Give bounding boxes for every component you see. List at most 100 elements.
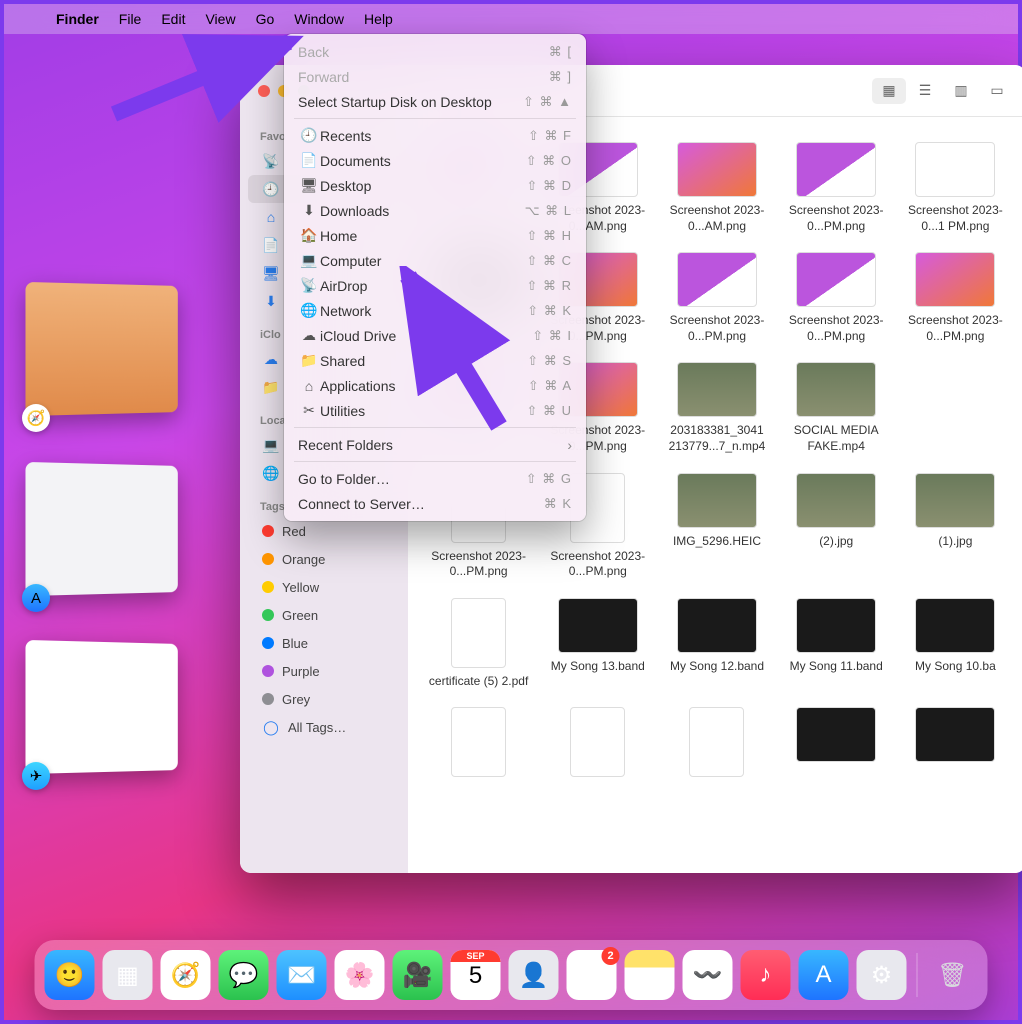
network-icon: 🌐 bbox=[298, 302, 320, 319]
view-icon-columns[interactable]: ▥ bbox=[944, 78, 978, 104]
recents-icon: 🕘 bbox=[298, 127, 320, 144]
tag-orange[interactable]: Orange bbox=[248, 545, 400, 573]
file-item[interactable]: (2).jpg bbox=[781, 473, 892, 580]
menu-edit[interactable]: Edit bbox=[151, 4, 195, 34]
go-to-folder[interactable]: Go to Folder…⇧ ⌘ G bbox=[284, 466, 586, 491]
file-item[interactable]: SOCIAL MEDIA FAKE.mp4 bbox=[781, 362, 892, 454]
documents-icon: 📄 bbox=[262, 237, 280, 254]
file-item[interactable] bbox=[423, 707, 534, 783]
tag-green[interactable]: Green bbox=[248, 601, 400, 629]
dock-photos[interactable]: 🌸 bbox=[335, 950, 385, 1000]
file-name: My Song 12.band bbox=[670, 659, 764, 675]
go-item-documents[interactable]: 📄Documents⇧ ⌘ O bbox=[284, 148, 586, 173]
dock-appstore[interactable]: A bbox=[799, 950, 849, 1000]
file-item[interactable] bbox=[900, 707, 1011, 783]
file-item[interactable]: 203183381_3041 213779...7_n.mp4 bbox=[661, 362, 772, 454]
appstore-icon[interactable]: A bbox=[22, 584, 50, 612]
tag-blue[interactable]: Blue bbox=[248, 629, 400, 657]
file-name: Screenshot 2023-0...PM.png bbox=[900, 313, 1011, 344]
file-name: Screenshot 2023-0...PM.png bbox=[781, 313, 892, 344]
badge: 2 bbox=[602, 947, 620, 965]
file-item[interactable] bbox=[661, 707, 772, 783]
desktop-preview-2[interactable] bbox=[25, 462, 177, 596]
file-item[interactable]: My Song 11.band bbox=[781, 598, 892, 690]
file-item[interactable]: My Song 13.band bbox=[542, 598, 653, 690]
menu-file[interactable]: File bbox=[109, 4, 152, 34]
dock-finder[interactable]: 🙂 bbox=[45, 950, 95, 1000]
file-item[interactable]: My Song 10.ba bbox=[900, 598, 1011, 690]
menu-go[interactable]: Go bbox=[246, 4, 285, 34]
dock-notes[interactable] bbox=[625, 950, 675, 1000]
file-item[interactable]: Screenshot 2023-0...AM.png bbox=[661, 142, 772, 234]
go-item-desktop[interactable]: 🖥Desktop⇧ ⌘ D bbox=[284, 173, 586, 198]
view-icon-list[interactable]: ☰ bbox=[908, 78, 942, 104]
tag-purple[interactable]: Purple bbox=[248, 657, 400, 685]
airdrop-icon: 📡 bbox=[298, 277, 320, 294]
dock-trash[interactable]: 🗑 bbox=[928, 950, 978, 1000]
dock-calendar[interactable]: SEP5 bbox=[451, 950, 501, 1000]
view-icon-grid[interactable]: ▦ bbox=[872, 78, 906, 104]
dock-reminders[interactable]: ☑2 bbox=[567, 950, 617, 1000]
tag-red[interactable]: Red bbox=[248, 517, 400, 545]
file-thumbnail bbox=[915, 473, 995, 528]
dock: 🙂▦🧭💬✉️🌸🎥SEP5👤☑2 〰️♪A⚙︎ 🗑 bbox=[35, 940, 988, 1010]
view-toggle: ▦ ☰ ▥ ▭ bbox=[872, 78, 1014, 104]
desktop-preview-1[interactable] bbox=[25, 282, 177, 416]
dock-launchpad[interactable]: ▦ bbox=[103, 950, 153, 1000]
file-name: (2).jpg bbox=[819, 534, 853, 550]
dock-settings[interactable]: ⚙︎ bbox=[857, 950, 907, 1000]
connect-to-server[interactable]: Connect to Server…⌘ K bbox=[284, 491, 586, 516]
tag-dot-icon bbox=[262, 665, 274, 677]
file-thumbnail bbox=[677, 142, 757, 197]
go-startup-disk[interactable]: Select Startup Disk on Desktop⇧ ⌘ ▲ bbox=[284, 89, 586, 114]
sidebar-all-tags[interactable]: ◯All Tags… bbox=[248, 713, 400, 741]
go-item-downloads[interactable]: ⬇︎Downloads⌥ ⌘ L bbox=[284, 198, 586, 223]
file-name: 203183381_3041 213779...7_n.mp4 bbox=[661, 423, 772, 454]
file-item[interactable]: Screenshot 2023-0...1 PM.png bbox=[900, 142, 1011, 234]
desktop-preview-3[interactable] bbox=[25, 640, 177, 774]
file-item[interactable]: Screenshot 2023-0...PM.png bbox=[900, 252, 1011, 344]
menu-view[interactable]: View bbox=[195, 4, 245, 34]
file-thumbnail bbox=[570, 707, 625, 777]
dock-safari[interactable]: 🧭 bbox=[161, 950, 211, 1000]
applications-icon: ⌂ bbox=[262, 209, 280, 225]
menu-window[interactable]: Window bbox=[284, 4, 354, 34]
menu-help[interactable]: Help bbox=[354, 4, 403, 34]
file-item[interactable]: certificate (5) 2.pdf bbox=[423, 598, 534, 690]
safari-icon[interactable]: 🧭 bbox=[22, 404, 50, 432]
desktop-icon: 🖥 bbox=[262, 265, 280, 282]
shared-icon: 📁 bbox=[262, 379, 280, 396]
dock-mail[interactable]: ✉️ bbox=[277, 950, 327, 1000]
file-item[interactable]: Screenshot 2023-0...PM.png bbox=[661, 252, 772, 344]
go-item-home[interactable]: 🏠Home⇧ ⌘ H bbox=[284, 223, 586, 248]
tag-yellow[interactable]: Yellow bbox=[248, 573, 400, 601]
view-icon-gallery[interactable]: ▭ bbox=[980, 78, 1014, 104]
file-item[interactable]: IMG_5296.HEIC bbox=[661, 473, 772, 580]
go-item-recents[interactable]: 🕘Recents⇧ ⌘ F bbox=[284, 123, 586, 148]
file-thumbnail bbox=[677, 252, 757, 307]
file-name: Screenshot 2023-0...PM.png bbox=[661, 313, 772, 344]
file-item[interactable]: Screenshot 2023-0...PM.png bbox=[781, 252, 892, 344]
dock-facetime[interactable]: 🎥 bbox=[393, 950, 443, 1000]
documents-icon: 📄 bbox=[298, 152, 320, 169]
file-item[interactable] bbox=[781, 707, 892, 783]
file-item[interactable]: My Song 12.band bbox=[661, 598, 772, 690]
telegram-icon[interactable]: ✈︎ bbox=[22, 762, 50, 790]
menubar-app[interactable]: Finder bbox=[46, 4, 109, 34]
tag-grey[interactable]: Grey bbox=[248, 685, 400, 713]
file-item[interactable]: (1).jpg bbox=[900, 473, 1011, 580]
shared-icon: 📁 bbox=[298, 352, 320, 369]
dock-music[interactable]: ♪ bbox=[741, 950, 791, 1000]
file-thumbnail bbox=[451, 707, 506, 777]
dock-messages[interactable]: 💬 bbox=[219, 950, 269, 1000]
dock-freeform[interactable]: 〰️ bbox=[683, 950, 733, 1000]
all-tags-icon: ◯ bbox=[262, 719, 280, 736]
dock-contacts[interactable]: 👤 bbox=[509, 950, 559, 1000]
file-thumbnail bbox=[915, 707, 995, 762]
file-item[interactable]: Screenshot 2023-0...PM.png bbox=[781, 142, 892, 234]
file-name: Screenshot 2023-0...1 PM.png bbox=[900, 203, 1011, 234]
chevron-right-icon: › bbox=[567, 437, 572, 453]
file-thumbnail bbox=[796, 598, 876, 653]
file-item[interactable] bbox=[542, 707, 653, 783]
file-thumbnail bbox=[796, 252, 876, 307]
